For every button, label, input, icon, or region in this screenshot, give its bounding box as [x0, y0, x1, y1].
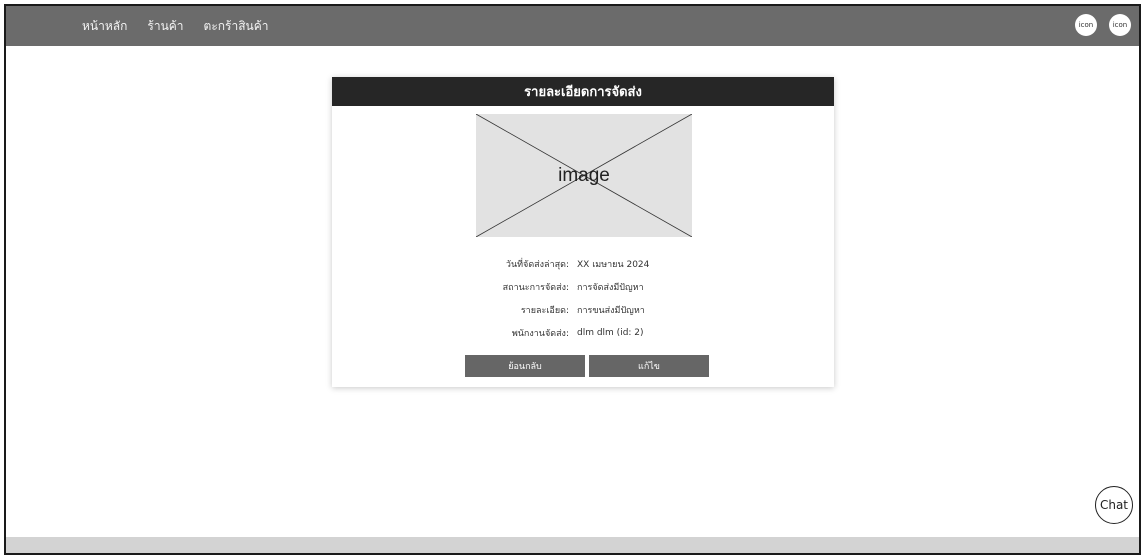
detail-value: dlm dlm (id: 2) — [577, 327, 644, 338]
image-placeholder-label: image — [558, 164, 610, 186]
detail-row-status: สถานะการจัดส่ง: การจัดส่งมีปัญหา — [332, 275, 834, 298]
edit-button[interactable]: แก้ไข — [589, 355, 709, 377]
card-title: รายละเอียดการจัดส่ง — [332, 77, 834, 106]
back-button[interactable]: ย้อนกลับ — [465, 355, 585, 377]
detail-label: พนักงานจัดส่ง: — [511, 328, 569, 339]
placeholder-icon-2[interactable]: icon — [1109, 14, 1131, 36]
nav-icons: icon icon — [1075, 14, 1131, 36]
detail-row-description: รายละเอียด: การขนส่งมีปัญหา — [332, 298, 834, 321]
detail-label: สถานะการจัดส่ง: — [502, 282, 569, 293]
detail-label: รายละเอียด: — [520, 305, 569, 316]
nav-link-shop[interactable]: ร้านค้า — [147, 17, 183, 36]
details-list: วันที่จัดส่งล่าสุด: XX เมษายน 2024 สถานะ… — [332, 252, 834, 344]
detail-row-date: วันที่จัดส่งล่าสุด: XX เมษายน 2024 — [332, 252, 834, 275]
placeholder-icon-1[interactable]: icon — [1075, 14, 1097, 36]
detail-value: การจัดส่งมีปัญหา — [577, 282, 644, 293]
nav-links: หน้าหลัก ร้านค้า ตะกร้าสินค้า — [82, 17, 269, 36]
nav-link-home[interactable]: หน้าหลัก — [82, 17, 127, 36]
detail-row-courier: พนักงานจัดส่ง: dlm dlm (id: 2) — [332, 321, 834, 344]
image-placeholder: image — [476, 114, 692, 237]
chat-button[interactable]: Chat — [1095, 486, 1133, 524]
detail-value: การขนส่งมีปัญหา — [577, 305, 645, 316]
detail-label: วันที่จัดส่งล่าสุด: — [505, 259, 569, 270]
detail-value: XX เมษายน 2024 — [577, 259, 650, 270]
app-frame: หน้าหลัก ร้านค้า ตะกร้าสินค้า icon icon … — [4, 4, 1141, 555]
nav-link-cart[interactable]: ตะกร้าสินค้า — [204, 17, 269, 36]
footer-bar — [6, 537, 1139, 553]
delivery-details-card: รายละเอียดการจัดส่ง image วันที่จัดส่งล่… — [332, 77, 834, 387]
top-navbar: หน้าหลัก ร้านค้า ตะกร้าสินค้า icon icon — [6, 6, 1139, 46]
card-actions: ย้อนกลับ แก้ไข — [465, 355, 709, 377]
